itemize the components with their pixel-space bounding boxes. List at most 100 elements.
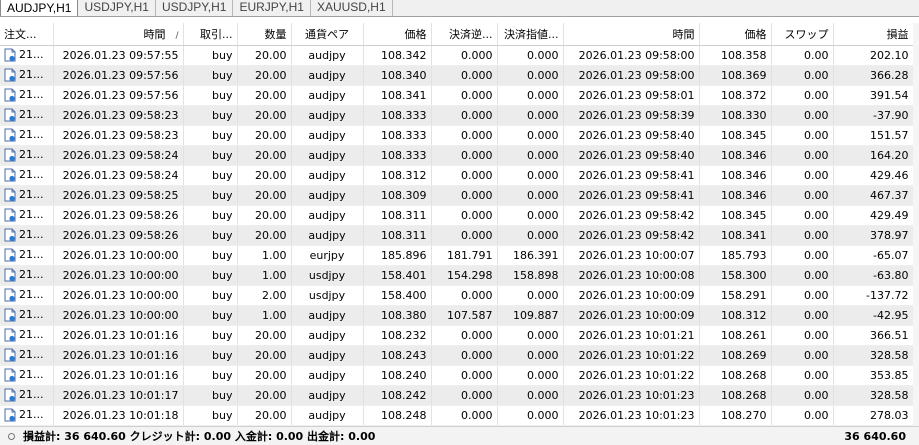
column-header-take-profit[interactable]: 決済指値... xyxy=(497,23,564,46)
vertical-scrollbar[interactable] xyxy=(913,23,919,426)
tab-chart-0[interactable]: AUDJPY,H1 xyxy=(0,0,79,16)
table-row[interactable]: 21... 2026.01.23 09:58:24 buy 20.00 audjpy 10… xyxy=(0,145,914,166)
cell-value: 108.345 xyxy=(721,128,767,142)
table-row[interactable]: 21... 2026.01.23 09:58:26 buy 20.00 audjpy 10… xyxy=(0,225,914,246)
cell-swap: 0.00 xyxy=(771,265,834,286)
cell-stop-loss: 107.587 xyxy=(431,305,498,326)
cell-swap: 0.00 xyxy=(771,205,834,226)
column-header-label: 数量 xyxy=(264,27,287,41)
cell-symbol: audjpy xyxy=(291,105,364,126)
cell-volume: 20.00 xyxy=(237,165,292,186)
table-row[interactable]: 21... 2026.01.23 09:58:25 buy 20.00 audjpy 10… xyxy=(0,185,914,206)
column-header-type[interactable]: 取引... xyxy=(183,23,238,46)
cell-value: 0.00 xyxy=(804,148,829,162)
cell-value: 0.00 xyxy=(804,48,829,62)
column-header-close-price[interactable]: 価格 xyxy=(699,23,772,46)
cell-close-time: 2026.01.23 09:58:00 xyxy=(563,45,700,66)
cell-value: audjpy xyxy=(308,168,346,182)
cell-close-price: 108.261 xyxy=(699,325,772,346)
column-header-symbol[interactable]: 通貨ペア xyxy=(291,23,364,46)
table-row[interactable]: 21... 2026.01.23 10:01:16 buy 20.00 audjpy 10… xyxy=(0,365,914,386)
cell-value: audjpy xyxy=(308,88,346,102)
cell-profit: 151.57 xyxy=(833,125,914,146)
cell-order: 21... xyxy=(0,65,54,86)
tab-chart-1[interactable]: USDJPY,H1 xyxy=(78,0,156,16)
table-row[interactable]: 21... 2026.01.23 10:00:00 buy 2.00 usdjpy 158… xyxy=(0,285,914,306)
cell-volume: 20.00 xyxy=(237,85,292,106)
table-row[interactable]: 21... 2026.01.23 09:57:55 buy 20.00 audjpy 10… xyxy=(0,45,914,66)
cell-value: 0.000 xyxy=(527,328,559,342)
cell-profit: 391.54 xyxy=(833,85,914,106)
column-header-label: 取引... xyxy=(200,27,233,41)
column-header-open-price[interactable]: 価格 xyxy=(363,23,432,46)
cell-value: 2026.01.23 10:01:22 xyxy=(578,348,695,362)
table-row[interactable]: 21... 2026.01.23 09:58:24 buy 20.00 audjpy 10… xyxy=(0,165,914,186)
table-row[interactable]: 21... 2026.01.23 09:58:23 buy 20.00 audjpy 10… xyxy=(0,105,914,126)
cell-open-price: 108.340 xyxy=(363,65,432,86)
cell-value: 21... xyxy=(19,308,44,321)
cell-value: 181.791 xyxy=(447,248,493,262)
column-header-open-time[interactable]: 時間 / xyxy=(53,23,184,46)
cell-value: 0.000 xyxy=(461,148,493,162)
cell-value: 0.00 xyxy=(804,228,829,242)
column-header-swap[interactable]: スワップ xyxy=(771,23,834,46)
cell-value: audjpy xyxy=(308,48,346,62)
cell-value: 21... xyxy=(19,268,44,281)
table-row[interactable]: 21... 2026.01.23 09:58:23 buy 20.00 audjpy 10… xyxy=(0,125,914,146)
cell-type: buy xyxy=(183,205,238,226)
cell-value: 0.00 xyxy=(804,208,829,222)
table-row[interactable]: 21... 2026.01.23 10:01:16 buy 20.00 audjpy 10… xyxy=(0,325,914,346)
table-row[interactable]: 21... 2026.01.23 10:00:00 buy 1.00 eurjpy 185… xyxy=(0,245,914,266)
cell-value: 108.345 xyxy=(721,208,767,222)
cell-close-time: 2026.01.23 09:58:40 xyxy=(563,145,700,166)
cell-volume: 1.00 xyxy=(237,245,292,266)
table-row[interactable]: 21... 2026.01.23 10:00:00 buy 1.00 usdjpy 158… xyxy=(0,265,914,286)
cell-open-price: 108.243 xyxy=(363,345,432,366)
cell-open-price: 108.242 xyxy=(363,385,432,406)
cell-value: 2026.01.23 09:58:41 xyxy=(578,188,695,202)
table-row[interactable]: 21... 2026.01.23 09:57:56 buy 20.00 audjpy 10… xyxy=(0,65,914,86)
cell-value: buy xyxy=(212,188,233,202)
tab-chart-2[interactable]: USDJPY,H1 xyxy=(156,0,234,16)
cell-value: 0.00 xyxy=(804,128,829,142)
table-row[interactable]: 21... 2026.01.23 10:01:16 buy 20.00 audjpy 10… xyxy=(0,345,914,366)
cell-value: 2026.01.23 10:01:16 xyxy=(62,348,179,362)
table-row[interactable]: 21... 2026.01.23 10:01:17 buy 20.00 audjpy 10… xyxy=(0,385,914,406)
table-row[interactable]: 21... 2026.01.23 09:58:26 buy 20.00 audjpy 10… xyxy=(0,205,914,226)
cell-value: buy xyxy=(212,348,233,362)
table-row[interactable]: 21... 2026.01.23 10:01:18 buy 20.00 audjpy 10… xyxy=(0,405,914,426)
cell-value: 0.000 xyxy=(461,328,493,342)
cell-open-price: 158.401 xyxy=(363,265,432,286)
column-header-close-time[interactable]: 時間 xyxy=(563,23,700,46)
table-row[interactable]: 21... 2026.01.23 09:57:56 buy 20.00 audjpy 10… xyxy=(0,85,914,106)
cell-open-time: 2026.01.23 09:58:23 xyxy=(53,125,184,146)
cell-stop-loss: 0.000 xyxy=(431,225,498,246)
cell-profit: -42.95 xyxy=(833,305,914,326)
cell-stop-loss: 0.000 xyxy=(431,145,498,166)
cell-value: 20.00 xyxy=(255,228,287,242)
table-row[interactable]: 21... 2026.01.23 10:00:00 buy 1.00 audjpy 108… xyxy=(0,305,914,326)
cell-type: buy xyxy=(183,285,238,306)
cell-value: 0.000 xyxy=(527,88,559,102)
cell-open-price: 185.896 xyxy=(363,245,432,266)
cell-value: 0.00 xyxy=(804,188,829,202)
cell-stop-loss: 154.298 xyxy=(431,265,498,286)
cell-value: 0.00 xyxy=(804,368,829,382)
column-header-stop-loss[interactable]: 決済逆... xyxy=(431,23,498,46)
tab-chart-4[interactable]: XAUUSD,H1 xyxy=(311,0,393,16)
cell-value: 2026.01.23 09:58:40 xyxy=(578,148,695,162)
cell-close-time: 2026.01.23 09:58:00 xyxy=(563,65,700,86)
column-header-volume[interactable]: 数量 xyxy=(237,23,292,46)
cell-value: 21... xyxy=(19,388,44,401)
column-header-profit[interactable]: 損益 xyxy=(833,23,914,46)
cell-close-price: 158.291 xyxy=(699,285,772,306)
cell-value: 2026.01.23 10:00:09 xyxy=(578,288,695,302)
cell-close-time: 2026.01.23 10:00:09 xyxy=(563,285,700,306)
cell-value: audjpy xyxy=(308,368,346,382)
sort-indicator: / xyxy=(175,30,179,41)
order-ticket-icon xyxy=(4,128,16,142)
column-header-order[interactable]: 注文... xyxy=(0,23,54,46)
cell-symbol: audjpy xyxy=(291,345,364,366)
cell-open-time: 2026.01.23 09:58:25 xyxy=(53,185,184,206)
tab-chart-3[interactable]: EURJPY,H1 xyxy=(233,0,311,16)
